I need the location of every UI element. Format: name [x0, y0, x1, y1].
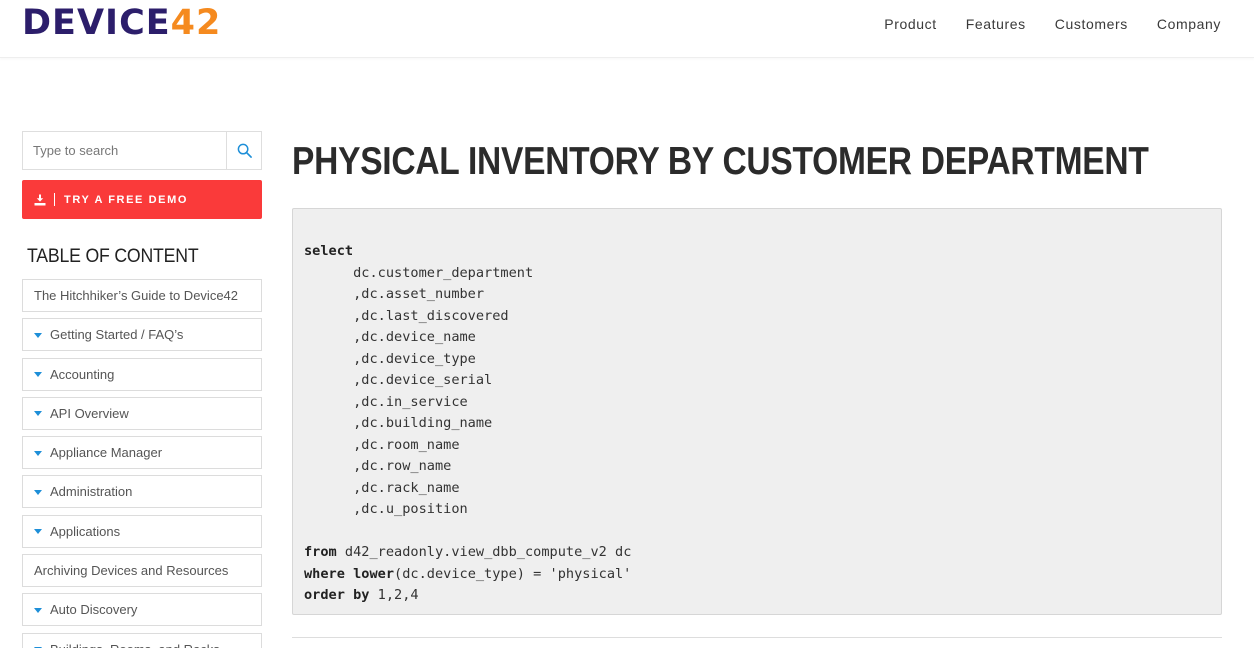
toc-item[interactable]: Appliance Manager [22, 436, 262, 470]
toc-item-label: Archiving Devices and Resources [34, 563, 229, 579]
toc-item-label: Buildings, Rooms, and Racks [50, 642, 220, 648]
sql-keyword: by [353, 587, 370, 603]
sql-keyword: from [304, 544, 337, 560]
sql-text: ,dc.u_position [304, 501, 468, 517]
sql-text: ,dc.asset_number [304, 286, 485, 302]
code-line: dc.customer_department [304, 263, 1210, 285]
sql-text: ,dc.rack_name [304, 479, 460, 496]
code-line: from d42_readonly.view_dbb_compute_v2 dc [304, 542, 1210, 564]
toc-item-label: The Hitchhiker’s Guide to Device42 [34, 288, 239, 303]
search-icon [237, 143, 252, 158]
code-line: where lower(dc.device_type) = 'physical' [304, 564, 1210, 586]
code-line: ,dc.room_name [304, 435, 1210, 457]
caret-down-icon [34, 529, 42, 535]
sql-text: ,dc.building_name [304, 415, 493, 431]
sql-text: ,dc.last_discovered [304, 307, 509, 324]
sql-keyword: select [304, 243, 354, 259]
sql-text: dc.customer_department [304, 264, 534, 281]
code-line: ,dc.device_type [304, 349, 1210, 371]
toc-item-label: Auto Discovery [50, 602, 138, 618]
site-header: DEVICE42 Product Features Customers Comp… [0, 0, 1254, 58]
code-line: ,dc.rack_name [304, 478, 1210, 500]
try-free-demo-button[interactable]: TRY A FREE DEMO [22, 180, 262, 219]
caret-down-icon [34, 450, 42, 456]
sql-text: ,dc.room_name [304, 436, 460, 453]
logo-text-accent: 42 [170, 3, 222, 43]
sql-text: ,dc.device_name [304, 329, 476, 345]
toc-item-label: Getting Started / FAQ’s [50, 327, 184, 343]
sql-text: ,dc.in_service [304, 393, 468, 410]
divider [292, 637, 1222, 638]
toc-item-label: Applications [50, 523, 121, 539]
toc-item[interactable]: Accounting [22, 357, 262, 391]
sql-keyword: lower [353, 565, 395, 582]
code-line: ,dc.in_service [304, 392, 1210, 414]
caret-down-icon [34, 372, 42, 378]
search-button[interactable] [226, 132, 261, 169]
demo-button-label: TRY A FREE DEMO [64, 193, 189, 206]
code-line: ,dc.asset_number [304, 284, 1210, 306]
toc-item-label: Administration [50, 484, 133, 500]
sql-text: ,dc.device_serial [304, 372, 493, 388]
button-separator [54, 193, 55, 206]
toc-item[interactable]: API Overview [22, 396, 262, 430]
main-nav: Product Features Customers Company [884, 16, 1221, 32]
code-line: ,dc.row_name [304, 456, 1210, 478]
sql-code-block: select dc.customer_department ,dc.asset_… [292, 208, 1222, 615]
nav-customers[interactable]: Customers [1055, 16, 1128, 32]
search-box [22, 131, 262, 170]
toc-item[interactable]: Applications [22, 514, 262, 548]
sql-text: ,dc.device_type [304, 350, 476, 367]
download-icon [34, 194, 46, 205]
code-line: ,dc.last_discovered [304, 306, 1210, 328]
toc-item[interactable]: Archiving Devices and Resources [22, 554, 262, 588]
nav-features[interactable]: Features [966, 16, 1026, 32]
nav-product[interactable]: Product [884, 16, 936, 32]
toc-item[interactable]: Buildings, Rooms, and Racks [22, 632, 262, 648]
sql-code: select dc.customer_department ,dc.asset_… [304, 241, 1210, 607]
toc-item[interactable]: Auto Discovery [22, 593, 262, 627]
caret-down-icon [34, 489, 42, 495]
toc-item[interactable]: Getting Started / FAQ’s [22, 318, 262, 352]
logo-text-main: DEVICE [22, 3, 171, 43]
toc-item-label: API Overview [50, 405, 129, 421]
sql-text: ,dc.row_name [304, 458, 452, 474]
nav-company[interactable]: Company [1157, 16, 1221, 32]
code-line: ,dc.u_position [304, 499, 1210, 521]
code-line: order by 1,2,4 [304, 585, 1210, 607]
sql-text: d42_readonly.view_dbb_compute_v2 dc [336, 544, 632, 560]
sql-text: (dc.device_type) = 'physical' [394, 565, 632, 582]
caret-down-icon [34, 411, 42, 417]
page-title: PHYSICAL INVENTORY BY CUSTOMER DEPARTMEN… [292, 140, 1149, 183]
device42-logo[interactable]: DEVICE42 [22, 3, 222, 43]
toc-item[interactable]: Administration [22, 475, 262, 509]
code-line: ,dc.device_name [304, 327, 1210, 349]
toc-item[interactable]: The Hitchhiker’s Guide to Device42 [22, 279, 262, 312]
search-input[interactable] [23, 132, 226, 169]
sql-text: 1,2,4 [369, 587, 419, 603]
table-of-contents: The Hitchhiker’s Guide to Device42 Gettin… [22, 279, 262, 648]
code-line: ,dc.device_serial [304, 370, 1210, 392]
sql-keyword: where [304, 565, 345, 582]
code-line: ,dc.building_name [304, 413, 1210, 435]
caret-down-icon [34, 607, 42, 613]
toc-title: TABLE OF CONTENT [27, 246, 199, 267]
toc-item-label: Appliance Manager [50, 445, 163, 461]
toc-item-label: Accounting [50, 366, 115, 382]
caret-down-icon [34, 332, 42, 338]
sql-keyword: order [304, 587, 345, 603]
code-line: select [304, 241, 1210, 263]
